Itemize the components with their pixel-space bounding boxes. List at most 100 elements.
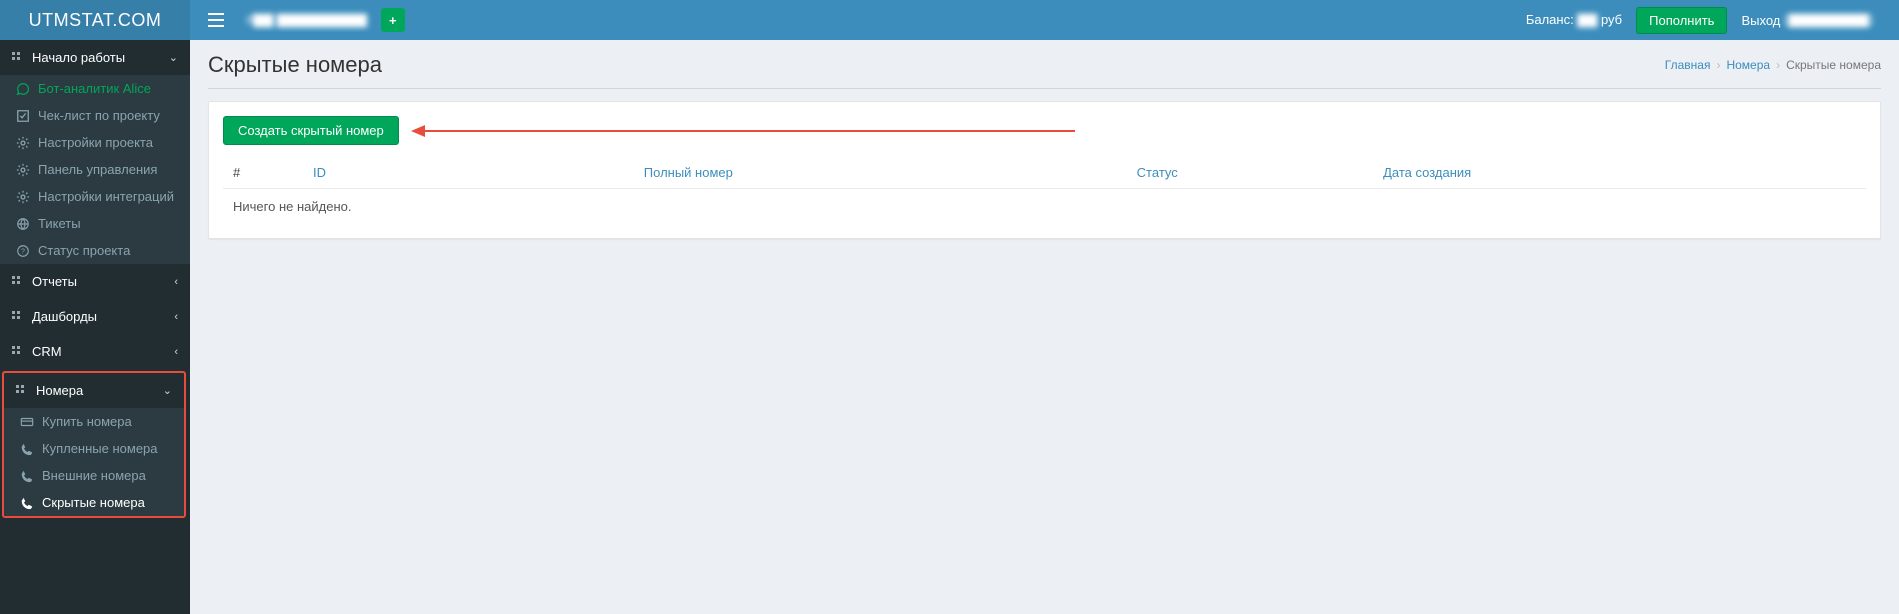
question-icon: ?	[14, 244, 32, 258]
balance-currency: руб	[1601, 12, 1622, 27]
col-status[interactable]: Статус	[1127, 157, 1373, 189]
grip-icon	[12, 276, 24, 288]
phone-icon	[18, 496, 36, 510]
phone-icon	[18, 469, 36, 483]
sidebar-group-reports[interactable]: Отчеты ‹	[0, 264, 190, 299]
chevron-down-icon: ⌄	[163, 384, 172, 397]
highlighted-section: Номера ⌄ Купить номера Купленные номера …	[2, 371, 186, 518]
sidebar-item-purchased-numbers[interactable]: Купленные номера	[4, 435, 184, 462]
sidebar-group-numbers[interactable]: Номера ⌄	[4, 373, 184, 408]
sidebar-item-label: Статус проекта	[38, 243, 130, 258]
action-row: Создать скрытый номер	[223, 116, 1866, 145]
sidebar-item-checklist[interactable]: Чек-лист по проекту	[0, 102, 190, 129]
sidebar-group-reports-label: Отчеты	[32, 274, 77, 289]
sidebar-item-buy-numbers[interactable]: Купить номера	[4, 408, 184, 435]
topup-button[interactable]: Пополнить	[1636, 7, 1727, 34]
sidebar-item-external-numbers[interactable]: Внешние номера	[4, 462, 184, 489]
divider	[208, 88, 1881, 89]
globe-icon	[14, 217, 32, 231]
sidebar-item-label: Внешние номера	[42, 468, 146, 483]
page-title: Скрытые номера	[208, 52, 382, 78]
sidebar-item-project-settings[interactable]: Настройки проекта	[0, 129, 190, 156]
sidebar-numbers-submenu: Купить номера Купленные номера Внешние н…	[4, 408, 184, 516]
sidebar-item-integration-settings[interactable]: Настройки интеграций	[0, 183, 190, 210]
menu-icon	[208, 13, 224, 27]
signout-label: Выход	[1741, 13, 1780, 28]
sidebar-start-submenu: Бот-аналитик Alice Чек-лист по проекту Н…	[0, 75, 190, 264]
col-created[interactable]: Дата создания	[1373, 157, 1866, 189]
breadcrumb: Главная › Номера › Скрытые номера	[1665, 58, 1881, 72]
top-header: UTMSTAT.COM #▇▇ ▇▇▇▇▇▇▇▇▇ + Баланс: ▇▇ р…	[0, 0, 1899, 40]
sidebar-item-control-panel[interactable]: Панель управления	[0, 156, 190, 183]
sidebar-item-label: Купленные номера	[42, 441, 158, 456]
balance-value: ▇▇	[1577, 12, 1597, 27]
sidebar-group-start[interactable]: Начало работы ⌄	[0, 40, 190, 75]
content-header: Скрытые номера Главная › Номера › Скрыты…	[190, 40, 1899, 88]
grip-icon	[12, 311, 24, 323]
svg-text:?: ?	[21, 248, 25, 255]
grip-icon	[12, 346, 24, 358]
brand-logo[interactable]: UTMSTAT.COM	[0, 0, 190, 40]
table-body: Ничего не найдено.	[223, 189, 1866, 225]
breadcrumb-numbers[interactable]: Номера	[1726, 58, 1770, 72]
gear-icon	[14, 190, 32, 204]
signout-link[interactable]: Выход (▇▇▇▇▇▇▇▇)	[1741, 12, 1873, 28]
brand-text: UTMSTAT.COM	[29, 10, 162, 31]
check-icon	[14, 109, 32, 123]
sidebar: Начало работы ⌄ Бот-аналитик Alice Чек-л…	[0, 0, 190, 614]
col-full-number[interactable]: Полный номер	[634, 157, 1127, 189]
col-id[interactable]: ID	[303, 157, 634, 189]
sidebar-item-label: Скрытые номера	[42, 495, 145, 510]
main-box: Создать скрытый номер # ID Полный номер …	[208, 101, 1881, 239]
numbers-table: # ID Полный номер Статус Дата создания Н…	[223, 157, 1866, 224]
gear-icon	[14, 136, 32, 150]
arrow-line	[425, 130, 1075, 132]
sidebar-group-start-label: Начало работы	[32, 50, 125, 65]
annotation-arrow	[411, 125, 1075, 137]
sidebar-item-project-status[interactable]: ? Статус проекта	[0, 237, 190, 264]
project-name: #▇▇ ▇▇▇▇▇▇▇▇▇	[246, 12, 367, 28]
sidebar-item-label: Бот-аналитик Alice	[38, 81, 151, 96]
sidebar-group-crm[interactable]: CRM ‹	[0, 334, 190, 369]
gear-icon	[14, 163, 32, 177]
sidebar-group-numbers-label: Номера	[36, 383, 83, 398]
sidebar-group-crm-label: CRM	[32, 344, 62, 359]
sidebar-group-dashboards-label: Дашборды	[32, 309, 97, 324]
chevron-left-icon: ‹	[174, 276, 178, 288]
sidebar-item-label: Панель управления	[38, 162, 157, 177]
breadcrumb-sep: ›	[1776, 58, 1780, 72]
navbar: #▇▇ ▇▇▇▇▇▇▇▇▇ + Баланс: ▇▇ руб Пополнить…	[190, 7, 1899, 34]
add-project-button[interactable]: +	[381, 8, 405, 32]
balance-label: Баланс:	[1526, 12, 1574, 27]
navbar-right: Баланс: ▇▇ руб Пополнить Выход (▇▇▇▇▇▇▇▇…	[1526, 7, 1887, 34]
chat-icon	[14, 82, 32, 96]
table-head: # ID Полный номер Статус Дата создания	[223, 157, 1866, 189]
empty-message: Ничего не найдено.	[223, 189, 1866, 225]
sidebar-toggle[interactable]	[202, 7, 230, 33]
breadcrumb-home[interactable]: Главная	[1665, 58, 1711, 72]
signout-user: (▇▇▇▇▇▇▇▇)	[1784, 12, 1873, 28]
chevron-left-icon: ‹	[174, 311, 178, 323]
card-icon	[18, 415, 36, 429]
breadcrumb-sep: ›	[1716, 58, 1720, 72]
grip-icon	[16, 385, 28, 397]
sidebar-item-label: Купить номера	[42, 414, 132, 429]
grip-icon	[12, 52, 24, 64]
sidebar-item-tickets[interactable]: Тикеты	[0, 210, 190, 237]
balance-display: Баланс: ▇▇ руб	[1526, 12, 1622, 28]
sidebar-item-label: Чек-лист по проекту	[38, 108, 160, 123]
sidebar-item-hidden-numbers[interactable]: Скрытые номера	[4, 489, 184, 516]
phone-icon	[18, 442, 36, 456]
sidebar-group-dashboards[interactable]: Дашборды ‹	[0, 299, 190, 334]
table-empty-row: Ничего не найдено.	[223, 189, 1866, 225]
content-wrapper: Скрытые номера Главная › Номера › Скрыты…	[190, 0, 1899, 614]
sidebar-item-label: Настройки проекта	[38, 135, 153, 150]
sidebar-item-label: Тикеты	[38, 216, 81, 231]
create-hidden-number-button[interactable]: Создать скрытый номер	[223, 116, 399, 145]
col-index[interactable]: #	[223, 157, 303, 189]
plus-icon: +	[389, 13, 397, 28]
chevron-left-icon: ‹	[174, 346, 178, 358]
box-body: Создать скрытый номер # ID Полный номер …	[209, 102, 1880, 238]
project-selector[interactable]: #▇▇ ▇▇▇▇▇▇▇▇▇	[238, 8, 375, 32]
sidebar-item-bot-alice[interactable]: Бот-аналитик Alice	[0, 75, 190, 102]
